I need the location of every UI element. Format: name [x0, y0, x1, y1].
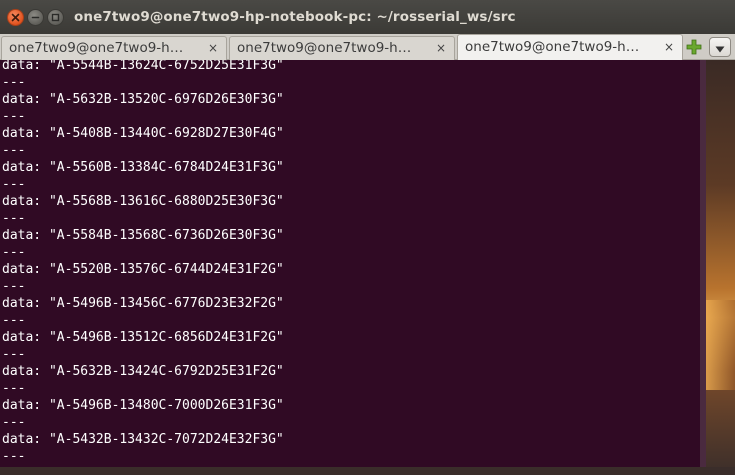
tab-close-button[interactable]: × — [208, 37, 218, 59]
terminal-separator-line: --- — [2, 143, 26, 158]
terminal-separator-line: --- — [2, 279, 26, 294]
terminal-data-line: data: "A-5568B-13616C-6880D25E30F3G" — [2, 194, 284, 209]
tab-1[interactable]: one7two9@one7two9-hp-notebook-pc: ~/ross… — [1, 36, 227, 60]
close-window-button[interactable] — [7, 9, 24, 26]
tab-bar: one7two9@one7two9-hp-notebook-pc: ~/ross… — [0, 34, 735, 60]
terminal-data-line: data: "A-5560B-13384C-6784D24E31F3G" — [2, 160, 284, 175]
minimize-window-button[interactable] — [27, 9, 44, 26]
tab-label: one7two9@one7two9-hp-notebook-pc: ~/ross… — [465, 39, 645, 55]
terminal-separator-line: --- — [2, 75, 26, 90]
window-title: one7two9@one7two9-hp-notebook-pc: ~/ross… — [74, 9, 516, 25]
terminal-data-line: data: "A-5632B-13424C-6792D25E31F2G" — [2, 364, 284, 379]
tab-close-button[interactable]: × — [664, 35, 674, 59]
terminal-separator-line: --- — [2, 313, 26, 328]
terminal-separator-line: --- — [2, 177, 26, 192]
desktop-background — [706, 60, 735, 475]
plus-icon — [685, 39, 703, 60]
terminal-separator-line: --- — [2, 245, 26, 260]
terminal-data-line: data: "A-5496B-13480C-7000D26E31F3G" — [2, 398, 284, 413]
terminal-separator-line: --- — [2, 211, 26, 226]
terminal-window: one7two9@one7two9-hp-notebook-pc: ~/ross… — [0, 0, 735, 475]
tab-label: one7two9@one7two9-hp-notebook-pc: ~/ross… — [9, 40, 189, 56]
terminal-data-line: data: "A-5520B-13576C-6744D24E31F2G" — [2, 262, 284, 277]
terminal-separator-line: --- — [2, 449, 26, 464]
new-tab-button[interactable] — [685, 38, 703, 56]
maximize-window-button[interactable] — [47, 9, 64, 26]
tab-2[interactable]: one7two9@one7two9-hp-notebook-pc: ~/ross… — [229, 36, 455, 60]
terminal-data-line: data: "A-5632B-13520C-6976D26E30F3G" — [2, 92, 284, 107]
minimize-icon — [31, 13, 40, 22]
title-bar[interactable]: one7two9@one7two9-hp-notebook-pc: ~/ross… — [0, 0, 735, 34]
terminal-output[interactable]: data: "A-5544B-13624C-6752D25E31F3G" --- d… — [0, 60, 700, 475]
terminal-data-line: data: "A-5496B-13512C-6856D24E31F2G" — [2, 330, 284, 345]
terminal-separator-line: --- — [2, 381, 26, 396]
terminal-data-line: data: "A-5584B-13568C-6736D26E30F3G" — [2, 228, 284, 243]
tab-label: one7two9@one7two9-hp-notebook-pc: ~/ross… — [237, 40, 417, 56]
terminal-data-line: data: "A-5432B-13432C-7072D24E32F3G" — [2, 432, 284, 447]
desktop-wallpaper-detail — [706, 300, 735, 390]
close-icon — [11, 13, 20, 22]
terminal-data-line: data: "A-5496B-13456C-6776D23E32F2G" — [2, 296, 284, 311]
terminal-separator-line: --- — [2, 415, 26, 430]
tab-3-active[interactable]: one7two9@one7two9-hp-notebook-pc: ~/ross… — [457, 34, 683, 60]
terminal-separator-line: --- — [2, 347, 26, 362]
tab-close-button[interactable]: × — [436, 37, 446, 59]
window-bottom-edge — [0, 467, 735, 475]
tab-menu-button[interactable] — [709, 37, 731, 57]
terminal-data-line: data: "A-5544B-13624C-6752D25E31F3G" — [2, 60, 284, 73]
terminal-separator-line: --- — [2, 109, 26, 124]
chevron-down-icon — [715, 38, 725, 57]
maximize-icon — [51, 13, 60, 22]
terminal-data-line: data: "A-5408B-13440C-6928D27E30F4G" — [2, 126, 284, 141]
